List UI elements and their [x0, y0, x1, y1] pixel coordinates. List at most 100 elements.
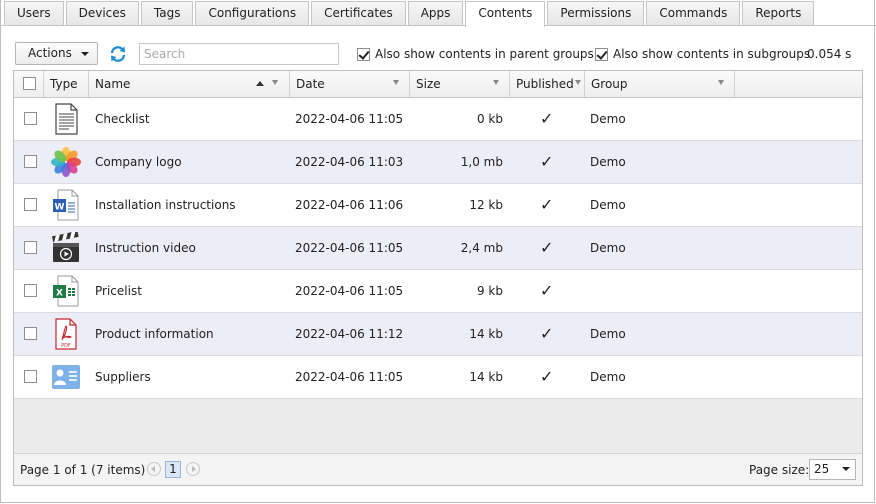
video-clapper-icon — [51, 232, 79, 262]
row-checkbox[interactable] — [24, 241, 37, 254]
column-label-group: Group — [591, 77, 628, 91]
tab-apps[interactable]: Apps — [407, 1, 464, 26]
excel-spreadsheet-icon: X — [53, 275, 79, 307]
row-date: 2022-04-06 11:12 — [295, 327, 404, 341]
parent-groups-label: Also show contents in parent groups — [375, 47, 594, 61]
column-header-date[interactable]: Date — [290, 71, 410, 97]
parent-groups-checkbox[interactable] — [357, 47, 370, 61]
word-document-icon: W — [53, 189, 79, 221]
row-group: Demo — [590, 370, 626, 384]
photos-image-icon — [51, 147, 81, 177]
page-size-label: Page size: — [749, 463, 810, 477]
column-header-group[interactable]: Group — [585, 71, 735, 97]
row-name[interactable]: Pricelist — [95, 270, 142, 312]
select-all-checkbox[interactable] — [23, 77, 36, 90]
tab-tags[interactable]: Tags — [140, 1, 194, 26]
filter-icon[interactable] — [393, 80, 399, 85]
row-size: 9 kb — [476, 284, 503, 298]
published-check-icon: ✓ — [540, 324, 554, 343]
page-size-value: 25 — [814, 462, 830, 476]
tab-permissions[interactable]: Permissions — [547, 1, 645, 26]
row-group: Demo — [590, 155, 626, 169]
grid-body: Checklist 2022-04-06 11:05 0 kb ✓ Demo C… — [14, 98, 862, 399]
contents-grid: Type Name Date Size Published Group Chec… — [13, 70, 863, 486]
tab-configurations[interactable]: Configurations — [195, 1, 310, 26]
svg-text:X: X — [56, 289, 63, 299]
column-header-type[interactable]: Type — [44, 71, 89, 97]
row-date: 2022-04-06 11:05 — [295, 284, 404, 298]
pager-info: Page 1 of 1 (7 items) — [20, 463, 146, 477]
tab-commands[interactable]: Commands — [646, 1, 741, 26]
column-header-published[interactable]: Published — [510, 71, 585, 97]
filter-icon[interactable] — [718, 80, 724, 85]
table-row[interactable]: Company logo 2022-04-06 11:03 1,0 mb ✓ D… — [14, 141, 862, 184]
table-row[interactable]: Checklist 2022-04-06 11:05 0 kb ✓ Demo — [14, 98, 862, 141]
header-select-all-cell — [14, 71, 44, 97]
page-size-select[interactable]: 25 — [809, 459, 856, 480]
actions-dropdown-button[interactable]: Actions — [15, 42, 98, 65]
table-row[interactable]: PDF Product information 2022-04-06 11:12… — [14, 313, 862, 356]
row-name[interactable]: Product information — [95, 313, 214, 355]
page-number-button[interactable]: 1 — [165, 461, 181, 478]
tab-bar: Users Devices Tags Configurations Certif… — [4, 1, 816, 27]
subgroups-checkbox[interactable] — [595, 47, 608, 61]
query-timing: 0.054 s — [807, 47, 852, 61]
tab-devices[interactable]: Devices — [65, 1, 139, 26]
previous-page-icon[interactable] — [147, 462, 161, 476]
search-input[interactable] — [139, 43, 339, 65]
column-header-size[interactable]: Size — [410, 71, 510, 97]
published-check-icon: ✓ — [540, 109, 554, 128]
grid-header: Type Name Date Size Published Group — [14, 71, 862, 98]
published-check-icon: ✓ — [540, 281, 554, 300]
table-row[interactable]: Suppliers 2022-04-06 11:05 14 kb ✓ Demo — [14, 356, 862, 399]
column-label-type: Type — [50, 77, 78, 91]
filter-icon[interactable] — [493, 80, 499, 85]
filter-icon[interactable] — [272, 80, 278, 85]
table-row[interactable]: W Installation instructions 2022-04-06 1… — [14, 184, 862, 227]
tab-reports[interactable]: Reports — [742, 1, 815, 26]
next-page-icon[interactable] — [186, 462, 200, 476]
row-group: Demo — [590, 198, 626, 212]
tab-contents[interactable]: Contents — [465, 1, 546, 27]
row-size: 12 kb — [469, 198, 503, 212]
row-name[interactable]: Instruction video — [95, 227, 196, 269]
refresh-icon[interactable] — [109, 45, 127, 63]
svg-text:W: W — [55, 203, 65, 213]
row-name[interactable]: Installation instructions — [95, 184, 236, 226]
row-size: 14 kb — [469, 327, 503, 341]
row-size: 0 kb — [476, 112, 503, 126]
column-label-date: Date — [296, 77, 325, 91]
row-size: 14 kb — [469, 370, 503, 384]
row-checkbox[interactable] — [24, 198, 37, 211]
row-checkbox[interactable] — [24, 370, 37, 383]
row-checkbox[interactable] — [24, 284, 37, 297]
row-group: Demo — [590, 241, 626, 255]
row-group: Demo — [590, 327, 626, 341]
tab-users[interactable]: Users — [4, 1, 64, 26]
table-row[interactable]: X Pricelist 2022-04-06 11:05 9 kb ✓ — [14, 270, 862, 313]
actions-label: Actions — [28, 46, 72, 60]
row-date: 2022-04-06 11:06 — [295, 198, 404, 212]
parent-groups-option: Also show contents in parent groups — [357, 47, 594, 61]
row-checkbox[interactable] — [24, 327, 37, 340]
published-check-icon: ✓ — [540, 195, 554, 214]
svg-text:PDF: PDF — [61, 343, 71, 349]
tab-certificates[interactable]: Certificates — [311, 1, 406, 26]
subgroups-label: Also show contents in subgroups — [613, 47, 811, 61]
column-label-size: Size — [416, 77, 441, 91]
row-name[interactable]: Company logo — [95, 141, 182, 183]
contact-card-icon — [52, 365, 80, 389]
row-checkbox[interactable] — [24, 155, 37, 168]
row-date: 2022-04-06 11:03 — [295, 155, 404, 169]
row-group: Demo — [590, 112, 626, 126]
tab-strip-border — [0, 25, 876, 26]
chevron-down-icon — [842, 467, 850, 471]
row-name[interactable]: Checklist — [95, 98, 150, 140]
filter-icon[interactable] — [575, 80, 581, 85]
row-name[interactable]: Suppliers — [95, 356, 151, 398]
column-header-name[interactable]: Name — [89, 71, 290, 97]
table-row[interactable]: Instruction video 2022-04-06 11:05 2,4 m… — [14, 227, 862, 270]
pdf-document-icon: PDF — [55, 318, 77, 350]
row-size: 1,0 mb — [460, 155, 503, 169]
row-checkbox[interactable] — [24, 112, 37, 125]
